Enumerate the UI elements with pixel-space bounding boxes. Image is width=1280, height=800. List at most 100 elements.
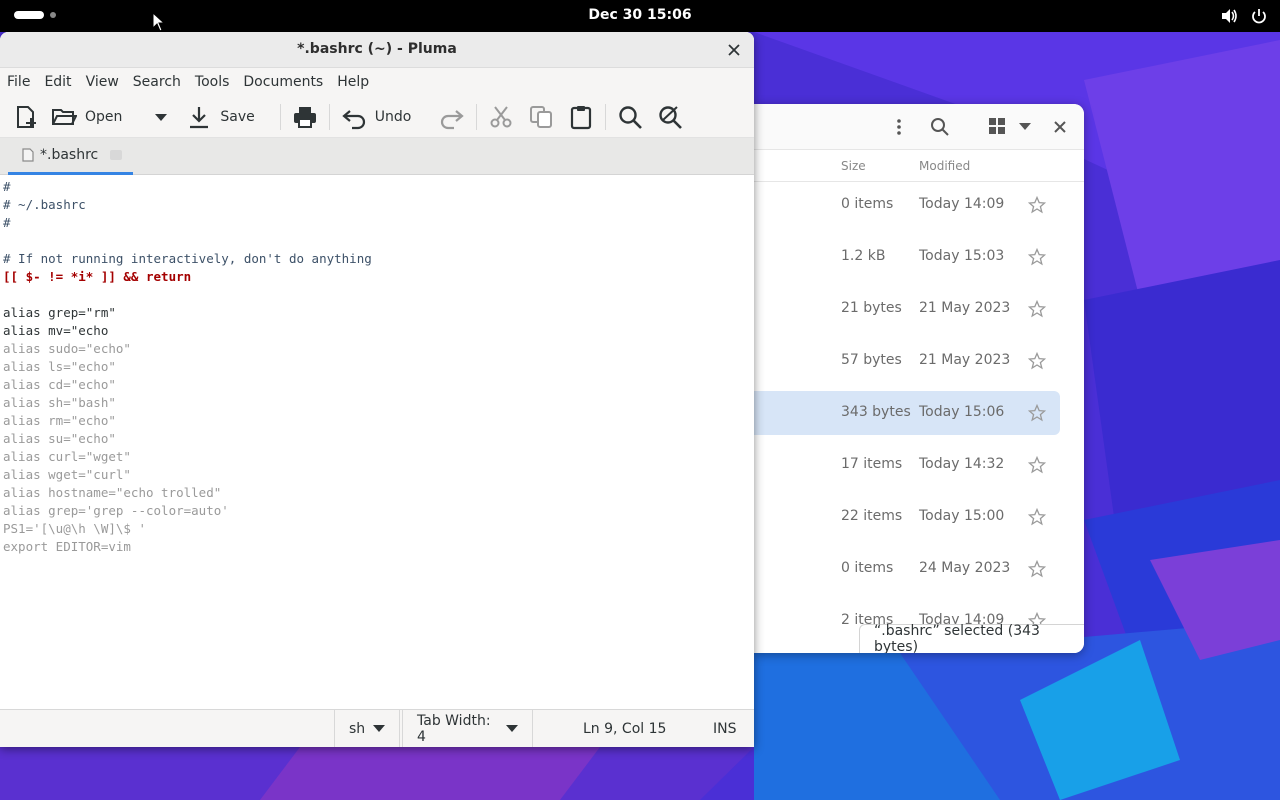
file-modified: 24 May 2023	[919, 560, 1011, 576]
paste-button[interactable]	[565, 100, 597, 134]
star-icon[interactable]	[1028, 352, 1046, 370]
file-modified: Today 15:00	[919, 508, 1005, 524]
file-size: 1.2 kB	[841, 248, 886, 264]
code-line: #	[3, 179, 11, 194]
save-label: Save	[220, 108, 255, 125]
power-icon	[1252, 9, 1266, 24]
print-button[interactable]	[289, 100, 321, 134]
cut-button[interactable]	[485, 100, 517, 134]
menu-search[interactable]: Search	[128, 68, 186, 96]
code-line: [[ $- != *i* ]] && return	[3, 269, 192, 284]
activities-button[interactable]	[14, 11, 56, 19]
tab-width-selector[interactable]: Tab Width: 4	[402, 710, 533, 747]
menu-view[interactable]: View	[81, 68, 124, 96]
code-line: alias hostname="echo trolled"	[3, 485, 222, 500]
recent-files-dropdown[interactable]	[151, 100, 171, 134]
selection-status: “.bashrc” selected (343 bytes)	[859, 623, 1084, 653]
file-row[interactable]: 0 items 24 May 2023	[754, 547, 1060, 591]
tab-close-button[interactable]	[110, 150, 123, 160]
close-icon	[728, 44, 740, 56]
mouse-cursor-icon	[152, 12, 166, 32]
search-icon[interactable]	[930, 117, 950, 137]
star-icon[interactable]	[1028, 404, 1046, 422]
folder-open-icon	[52, 108, 77, 125]
tab-bashrc[interactable]: *.bashrc	[8, 138, 133, 175]
code-line: alias ls="echo"	[3, 359, 116, 374]
code-line: # ~/.bashrc	[3, 197, 86, 212]
find-button[interactable]	[614, 100, 646, 134]
clock[interactable]: Dec 30 15:06	[588, 7, 691, 23]
chevron-down-icon	[506, 725, 518, 732]
undo-icon	[342, 109, 365, 129]
file-size: 343 bytes	[841, 404, 911, 420]
replace-button[interactable]	[654, 100, 686, 134]
redo-button[interactable]	[436, 100, 468, 134]
code-line: export EDITOR=vim	[3, 539, 131, 554]
file-row[interactable]: 22 items Today 15:00	[754, 495, 1060, 539]
chevron-down-icon	[373, 725, 386, 732]
file-row[interactable]: 0 items Today 14:09	[754, 183, 1060, 227]
column-size[interactable]: Size	[841, 159, 866, 173]
undo-label: Undo	[374, 108, 412, 125]
view-options-chevron-icon[interactable]	[1018, 121, 1032, 131]
file-size: 22 items	[841, 508, 903, 524]
column-headers: Size Modified	[754, 150, 1084, 182]
code-line: PS1='[\u@\h \W]\$ '	[3, 521, 146, 536]
file-modified: Today 14:32	[919, 456, 1005, 472]
file-row[interactable]: 17 items Today 14:32	[754, 443, 1060, 487]
star-icon[interactable]	[1028, 508, 1046, 526]
file-row[interactable]: 343 bytes Today 15:06	[754, 391, 1060, 435]
clipboard-icon	[571, 105, 592, 129]
toolbar-separator	[605, 103, 607, 130]
menu-file[interactable]: File	[2, 68, 35, 96]
star-icon[interactable]	[1028, 196, 1046, 214]
column-modified[interactable]: Modified	[919, 159, 970, 173]
close-icon[interactable]	[1053, 120, 1067, 134]
save-button[interactable]: Save	[183, 100, 261, 134]
file-modified: Today 14:09	[919, 196, 1005, 212]
insert-mode: INS	[713, 720, 737, 737]
file-row[interactable]: 57 bytes 21 May 2023	[754, 339, 1060, 383]
star-icon[interactable]	[1028, 300, 1046, 318]
files-window[interactable]: Size Modified 0 items Today 14:09 1.2 kB To…	[754, 104, 1084, 653]
file-size: 21 bytes	[841, 300, 902, 316]
file-modified: Today 15:06	[919, 404, 1005, 420]
menu-bar: File Edit View Search Tools Documents He…	[0, 68, 754, 96]
open-button[interactable]: Open	[48, 100, 129, 134]
file-size: 17 items	[841, 456, 903, 472]
copy-button[interactable]	[525, 100, 557, 134]
close-window-button[interactable]	[724, 40, 744, 60]
chevron-down-icon	[155, 113, 168, 121]
text-editor[interactable]: # # ~/.bashrc # # If not running interac…	[0, 176, 754, 709]
code-line: alias rm="echo"	[3, 413, 116, 428]
tab-width-label: Tab Width: 4	[417, 712, 491, 745]
new-document-button[interactable]	[10, 100, 42, 134]
menu-documents[interactable]: Documents	[238, 68, 328, 96]
star-icon[interactable]	[1028, 248, 1046, 266]
code-line: alias mv="echo	[3, 323, 109, 338]
document-icon	[22, 148, 34, 162]
menu-dots-icon[interactable]	[892, 117, 906, 137]
printer-icon	[293, 106, 316, 128]
system-tray[interactable]	[1220, 7, 1268, 25]
workspace-indicator	[50, 12, 56, 18]
window-titlebar[interactable]: *.bashrc (~) - Pluma	[0, 32, 754, 68]
file-size: 0 items	[841, 560, 894, 576]
grid-view-icon[interactable]	[988, 117, 1006, 135]
menu-help[interactable]: Help	[332, 68, 374, 96]
star-icon[interactable]	[1028, 560, 1046, 578]
code-line: alias grep="rm"	[3, 305, 116, 320]
file-row[interactable]: 1.2 kB Today 15:03	[754, 235, 1060, 279]
language-selector[interactable]: sh	[334, 710, 400, 747]
menu-edit[interactable]: Edit	[39, 68, 76, 96]
file-size: 57 bytes	[841, 352, 902, 368]
menu-tools[interactable]: Tools	[190, 68, 235, 96]
file-row[interactable]: 21 bytes 21 May 2023	[754, 287, 1060, 331]
status-bar: sh Tab Width: 4 Ln 9, Col 15 INS	[0, 709, 754, 747]
file-size: 0 items	[841, 196, 894, 212]
star-icon[interactable]	[1028, 456, 1046, 474]
toolbar-separator	[279, 103, 281, 130]
pluma-window[interactable]: *.bashrc (~) - Pluma File Edit View Sear…	[0, 32, 754, 747]
undo-button[interactable]: Undo	[338, 100, 419, 134]
